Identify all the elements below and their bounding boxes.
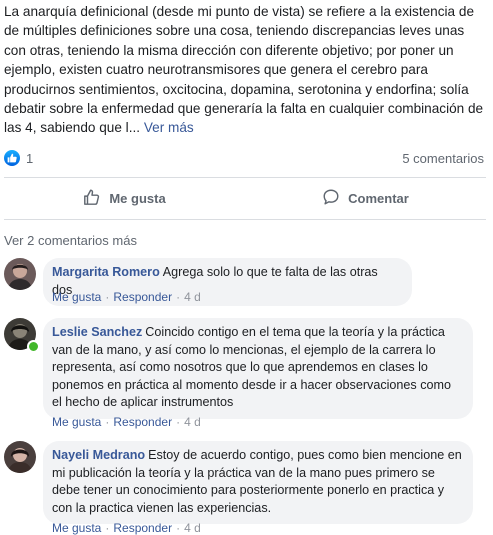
- action-bar: Me gusta Comentar: [4, 180, 486, 216]
- comment-like-link[interactable]: Me gusta: [52, 290, 101, 304]
- avatar[interactable]: [4, 258, 36, 290]
- separator: ·: [105, 415, 110, 429]
- comment-author[interactable]: Nayeli Medrano: [52, 448, 145, 462]
- comment-item: Nayeli Medrano Estoy de acuerdo contigo, …: [4, 441, 486, 535]
- comment-button-label: Comentar: [348, 190, 409, 206]
- thumbs-up-outline-icon: [83, 188, 101, 209]
- comment-meta: Me gusta · Responder · 4 d: [52, 521, 201, 535]
- separator: ·: [105, 290, 110, 304]
- comment-reply-link[interactable]: Responder: [113, 415, 172, 429]
- comment-author[interactable]: Leslie Sanchez: [52, 325, 142, 339]
- separator: ·: [176, 415, 181, 429]
- comment-time[interactable]: 4 d: [184, 415, 201, 429]
- comment-button[interactable]: Comentar: [245, 180, 486, 216]
- comment-item: Margarita Romero Agrega solo lo que te fa…: [4, 258, 486, 308]
- separator: ·: [176, 521, 181, 535]
- like-button[interactable]: Me gusta: [4, 180, 245, 216]
- comment-meta: Me gusta · Responder · 4 d: [52, 415, 201, 429]
- online-status-indicator: [27, 340, 40, 353]
- comment-like-link[interactable]: Me gusta: [52, 521, 101, 535]
- comments-count[interactable]: 5 comentarios: [402, 151, 484, 166]
- post-body: La anarquía definicional (desde mi punto…: [4, 4, 484, 136]
- comment-bubble: Leslie Sanchez Coincido contigo en el tem…: [43, 318, 473, 419]
- reactions-summary: 1 5 comentarios: [4, 148, 484, 168]
- speech-bubble-icon: [322, 188, 340, 209]
- avatar[interactable]: [4, 441, 36, 473]
- divider: [4, 177, 486, 178]
- thumbs-up-icon: [4, 150, 20, 166]
- comment-like-link[interactable]: Me gusta: [52, 415, 101, 429]
- like-summary[interactable]: 1: [4, 150, 33, 166]
- comment-author[interactable]: Margarita Romero: [52, 265, 160, 279]
- post-text: La anarquía definicional (desde mi punto…: [4, 2, 486, 138]
- separator: ·: [176, 290, 181, 304]
- see-more-link[interactable]: Ver más: [144, 120, 194, 135]
- comment-meta: Me gusta · Responder · 4 d: [52, 290, 201, 304]
- like-button-label: Me gusta: [109, 190, 166, 206]
- comment-time[interactable]: 4 d: [184, 290, 201, 304]
- divider: [4, 219, 486, 220]
- comment-bubble: Nayeli Medrano Estoy de acuerdo contigo, …: [43, 441, 473, 524]
- separator: ·: [105, 521, 110, 535]
- view-more-comments-link[interactable]: Ver 2 comentarios más: [4, 233, 137, 248]
- comment-time[interactable]: 4 d: [184, 521, 201, 535]
- comment-reply-link[interactable]: Responder: [113, 290, 172, 304]
- comment-item: Leslie Sanchez Coincido contigo en el tem…: [4, 318, 486, 430]
- comment-reply-link[interactable]: Responder: [113, 521, 172, 535]
- like-count: 1: [26, 150, 34, 166]
